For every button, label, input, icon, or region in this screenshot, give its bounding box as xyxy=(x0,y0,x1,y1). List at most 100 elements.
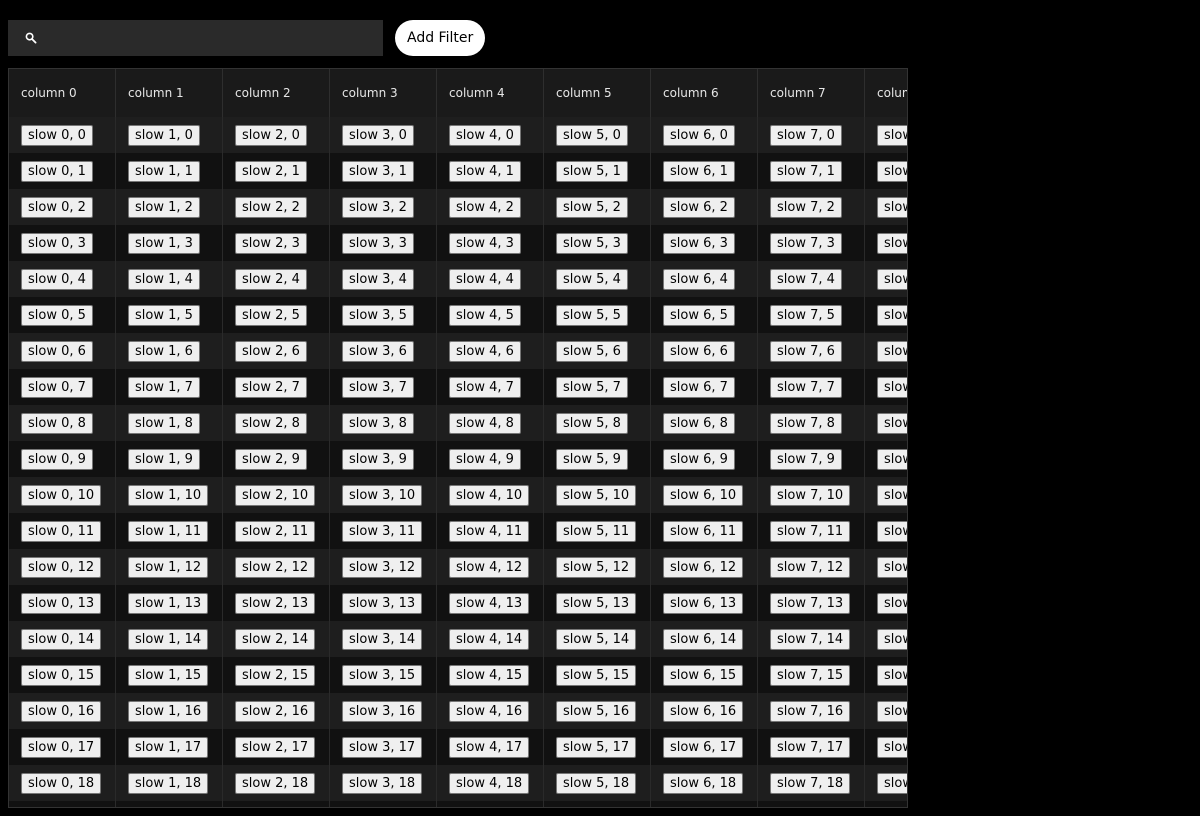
cell-button[interactable]: slow 1, 9 xyxy=(128,448,200,470)
cell-button[interactable]: slow 6, 6 xyxy=(663,340,735,362)
cell-button[interactable]: slow 0, 14 xyxy=(21,628,102,650)
cell-button[interactable]: slow 8, 18 xyxy=(877,772,907,794)
cell-button[interactable]: slow 4, 10 xyxy=(449,484,530,506)
cell-button[interactable]: slow 3, 0 xyxy=(342,124,414,146)
cell-button[interactable]: slow 2, 8 xyxy=(235,412,307,434)
cell-button[interactable]: slow 2, 0 xyxy=(235,124,307,146)
column-header[interactable]: column 6 xyxy=(651,69,758,117)
cell-button[interactable]: slow 5, 4 xyxy=(556,268,628,290)
cell-button[interactable]: slow 7, 3 xyxy=(770,232,842,254)
cell-button[interactable]: slow 3, 9 xyxy=(342,448,414,470)
cell-button[interactable]: slow 7, 13 xyxy=(770,592,851,614)
cell-button[interactable]: slow 3, 14 xyxy=(342,628,423,650)
cell-button[interactable]: slow 1, 7 xyxy=(128,376,200,398)
cell-button[interactable]: slow 1, 12 xyxy=(128,556,209,578)
column-header[interactable]: column 5 xyxy=(544,69,651,117)
column-header[interactable]: column 0 xyxy=(9,69,116,117)
cell-button[interactable]: slow 3, 12 xyxy=(342,556,423,578)
cell-button[interactable]: slow 1, 6 xyxy=(128,340,200,362)
cell-button[interactable]: slow 2, 12 xyxy=(235,556,316,578)
cell-button[interactable]: slow 0, 11 xyxy=(21,520,102,542)
cell-button[interactable]: slow 7, 17 xyxy=(770,736,851,758)
cell-button[interactable]: slow 0, 17 xyxy=(21,736,102,758)
cell-button[interactable]: slow 7, 1 xyxy=(770,160,842,182)
cell-button[interactable]: slow 2, 16 xyxy=(235,700,316,722)
cell-button[interactable]: slow 5, 17 xyxy=(556,736,637,758)
cell-button[interactable]: slow 3, 7 xyxy=(342,376,414,398)
cell-button[interactable]: slow 1, 14 xyxy=(128,628,209,650)
cell-button[interactable]: slow 2, 9 xyxy=(235,448,307,470)
cell-button[interactable]: slow 3, 5 xyxy=(342,304,414,326)
cell-button[interactable]: slow 6, 11 xyxy=(663,520,744,542)
cell-button[interactable]: slow 2, 15 xyxy=(235,664,316,686)
cell-button[interactable]: slow 0, 16 xyxy=(21,700,102,722)
cell-button[interactable]: slow 7, 8 xyxy=(770,412,842,434)
cell-button[interactable]: slow 0, 13 xyxy=(21,592,102,614)
cell-button[interactable]: slow 0, 8 xyxy=(21,412,93,434)
cell-button[interactable]: slow 8, 3 xyxy=(877,232,907,254)
cell-button[interactable]: slow 7, 12 xyxy=(770,556,851,578)
cell-button[interactable]: slow 6, 15 xyxy=(663,664,744,686)
cell-button[interactable]: slow 7, 0 xyxy=(770,124,842,146)
cell-button[interactable]: slow 2, 4 xyxy=(235,268,307,290)
cell-button[interactable]: slow 0, 2 xyxy=(21,196,93,218)
cell-button[interactable]: slow 3, 17 xyxy=(342,736,423,758)
cell-button[interactable]: slow 5, 8 xyxy=(556,412,628,434)
cell-button[interactable]: slow 5, 9 xyxy=(556,448,628,470)
cell-button[interactable]: slow 8, 17 xyxy=(877,736,907,758)
cell-button[interactable]: slow 6, 5 xyxy=(663,304,735,326)
cell-button[interactable]: slow 4, 13 xyxy=(449,592,530,614)
cell-button[interactable]: slow 7, 11 xyxy=(770,520,851,542)
cell-button[interactable]: slow 7, 18 xyxy=(770,772,851,794)
cell-button[interactable]: slow 4, 1 xyxy=(449,160,521,182)
cell-button[interactable]: slow 0, 4 xyxy=(21,268,93,290)
cell-button[interactable]: slow 4, 7 xyxy=(449,376,521,398)
cell-button[interactable]: slow 4, 2 xyxy=(449,196,521,218)
cell-button[interactable]: slow 4, 11 xyxy=(449,520,530,542)
cell-button[interactable]: slow 7, 16 xyxy=(770,700,851,722)
cell-button[interactable]: slow 8, 6 xyxy=(877,340,907,362)
cell-button[interactable]: slow 6, 4 xyxy=(663,268,735,290)
cell-button[interactable]: slow 1, 1 xyxy=(128,160,200,182)
cell-button[interactable]: slow 2, 14 xyxy=(235,628,316,650)
cell-button[interactable]: slow 7, 9 xyxy=(770,448,842,470)
cell-button[interactable]: slow 8, 12 xyxy=(877,556,907,578)
cell-button[interactable]: slow 3, 16 xyxy=(342,700,423,722)
cell-button[interactable]: slow 3, 6 xyxy=(342,340,414,362)
cell-button[interactable]: slow 6, 16 xyxy=(663,700,744,722)
cell-button[interactable]: slow 6, 17 xyxy=(663,736,744,758)
cell-button[interactable]: slow 2, 7 xyxy=(235,376,307,398)
column-header[interactable]: column 3 xyxy=(330,69,437,117)
cell-button[interactable]: slow 7, 10 xyxy=(770,484,851,506)
cell-button[interactable]: slow 6, 9 xyxy=(663,448,735,470)
cell-button[interactable]: slow 4, 15 xyxy=(449,664,530,686)
cell-button[interactable]: slow 0, 3 xyxy=(21,232,93,254)
cell-button[interactable]: slow 4, 16 xyxy=(449,700,530,722)
cell-button[interactable]: slow 8, 14 xyxy=(877,628,907,650)
cell-button[interactable]: slow 0, 9 xyxy=(21,448,93,470)
cell-button[interactable]: slow 6, 8 xyxy=(663,412,735,434)
cell-button[interactable]: slow 3, 10 xyxy=(342,484,423,506)
cell-button[interactable]: slow 5, 6 xyxy=(556,340,628,362)
cell-button[interactable]: slow 1, 8 xyxy=(128,412,200,434)
cell-button[interactable]: slow 1, 18 xyxy=(128,772,209,794)
cell-button[interactable]: slow 6, 18 xyxy=(663,772,744,794)
cell-button[interactable]: slow 6, 3 xyxy=(663,232,735,254)
cell-button[interactable]: slow 7, 4 xyxy=(770,268,842,290)
cell-button[interactable]: slow 8, 4 xyxy=(877,268,907,290)
cell-button[interactable]: slow 2, 1 xyxy=(235,160,307,182)
cell-button[interactable]: slow 7, 5 xyxy=(770,304,842,326)
cell-button[interactable]: slow 4, 0 xyxy=(449,124,521,146)
cell-button[interactable]: slow 7, 2 xyxy=(770,196,842,218)
cell-button[interactable]: slow 0, 6 xyxy=(21,340,93,362)
cell-button[interactable]: slow 4, 14 xyxy=(449,628,530,650)
cell-button[interactable]: slow 5, 1 xyxy=(556,160,628,182)
cell-button[interactable]: slow 8, 16 xyxy=(877,700,907,722)
cell-button[interactable]: slow 8, 1 xyxy=(877,160,907,182)
cell-button[interactable]: slow 5, 16 xyxy=(556,700,637,722)
cell-button[interactable]: slow 4, 12 xyxy=(449,556,530,578)
cell-button[interactable]: slow 5, 10 xyxy=(556,484,637,506)
cell-button[interactable]: slow 6, 2 xyxy=(663,196,735,218)
cell-button[interactable]: slow 4, 9 xyxy=(449,448,521,470)
cell-button[interactable]: slow 3, 15 xyxy=(342,664,423,686)
